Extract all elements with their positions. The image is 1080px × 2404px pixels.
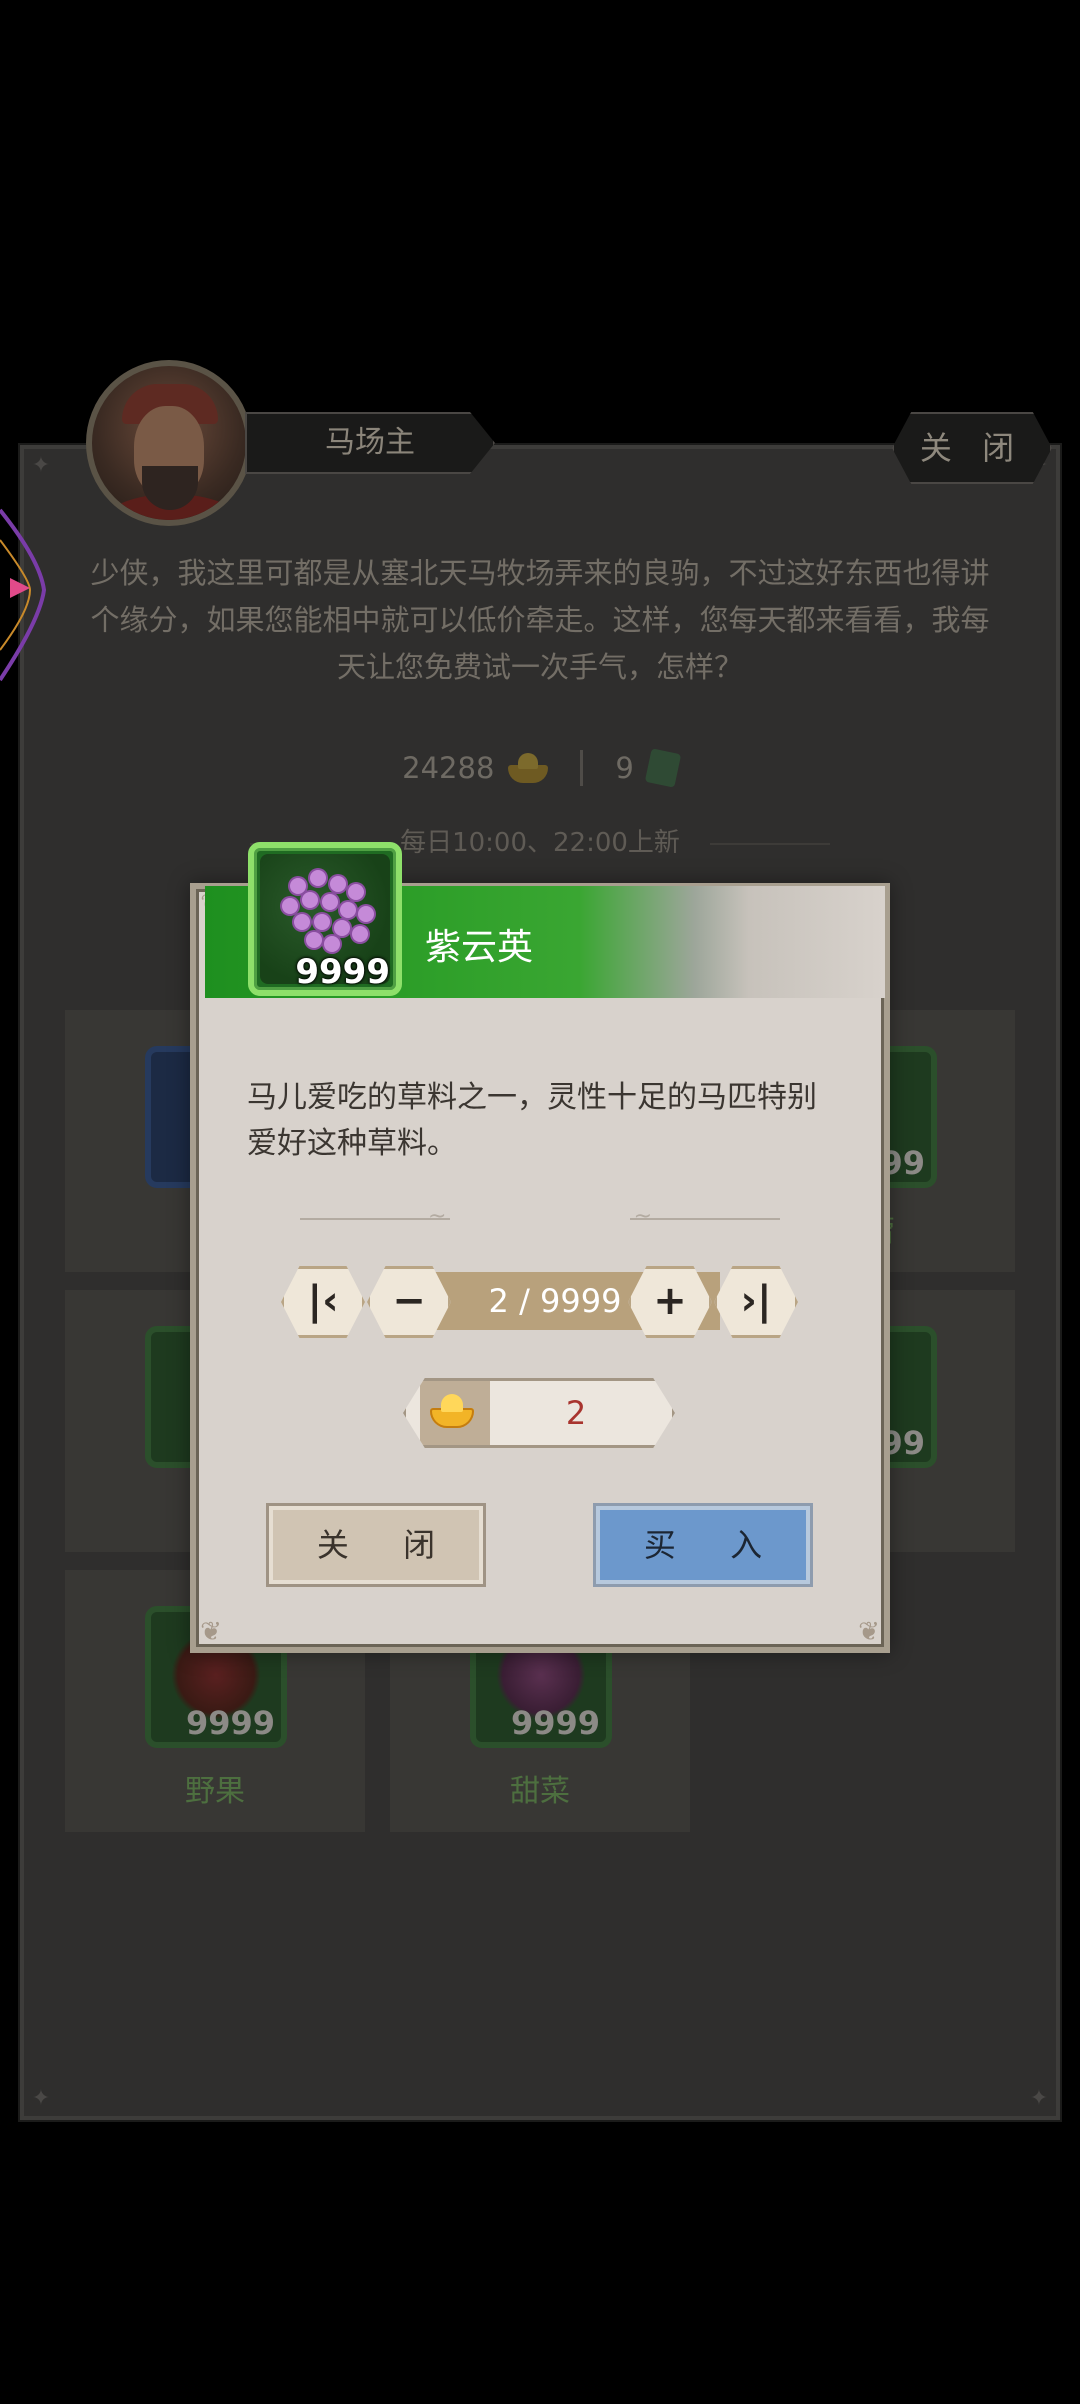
skip-to-max-icon: ›| xyxy=(740,1278,772,1324)
item-icon: 9999 xyxy=(248,842,402,996)
ticket-icon xyxy=(644,748,682,788)
gold-ingot-icon xyxy=(508,753,549,783)
currency-bar: 24288 9 xyxy=(0,748,1080,802)
corner-ornament: ✦ xyxy=(31,453,51,478)
price-value: 2 xyxy=(565,1394,587,1432)
npc-avatar xyxy=(86,360,252,526)
npc-dialogue: 少侠，我这里可都是从塞北天马牧场弄来的良驹，不过这好东西也得讲个缘分，如果您能相… xyxy=(90,556,990,684)
shop-close-button[interactable]: 关 闭 xyxy=(892,412,1052,484)
corner-ornament: ✦ xyxy=(1029,2086,1049,2111)
npc-name: 马场主 xyxy=(245,412,495,474)
buy-button[interactable]: 买 入 xyxy=(593,1503,813,1587)
refresh-notice: 每日10:00、22:00上新 xyxy=(0,822,1080,859)
corner-ornament: ❦ xyxy=(858,1617,880,1647)
divider: ~ ~ xyxy=(300,1204,780,1229)
plus-icon: + xyxy=(653,1278,687,1324)
minus-icon: − xyxy=(392,1278,426,1324)
item-description: 马儿爱吃的草料之一，灵性十足的马匹特别爱好这种草料。 xyxy=(247,1080,817,1161)
skip-to-min-icon: |‹ xyxy=(307,1278,339,1324)
item-quantity: 9999 xyxy=(295,952,390,992)
item-title: 紫云英 xyxy=(425,927,534,968)
ticket-amount: 9 xyxy=(615,751,634,785)
gold-ingot-icon xyxy=(430,1394,474,1428)
close-button[interactable]: 关 闭 xyxy=(266,1503,486,1587)
gold-amount: 24288 xyxy=(402,751,495,785)
item-name: 甜菜 xyxy=(510,1774,570,1809)
corner-ornament: ❦ xyxy=(200,1617,222,1647)
corner-ornament: ✦ xyxy=(31,2086,51,2111)
side-nav-arrow-icon[interactable] xyxy=(0,500,60,700)
currency-separator xyxy=(580,750,584,786)
item-name: 野果 xyxy=(185,1774,245,1809)
